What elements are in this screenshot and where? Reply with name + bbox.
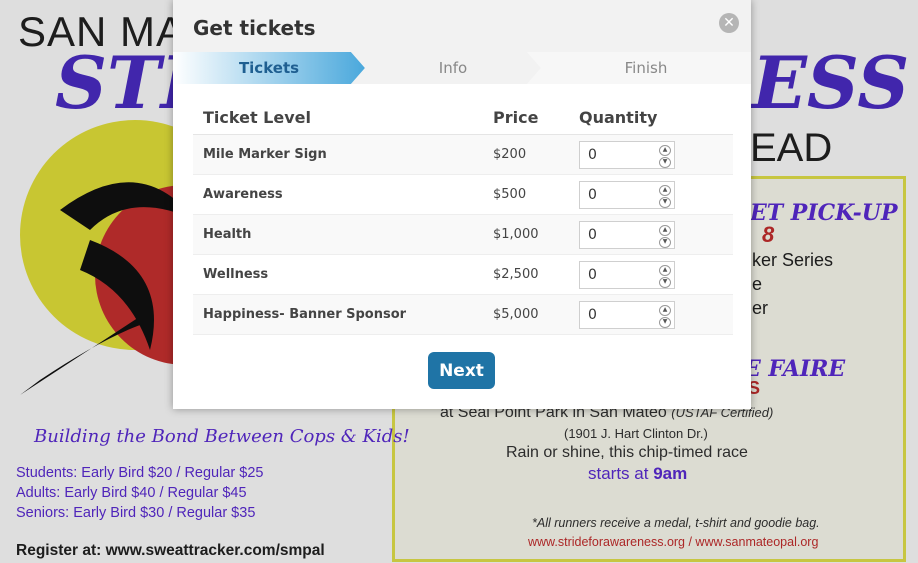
flyer-ahead: EAD xyxy=(750,126,833,170)
modal-header: Get tickets ✕ xyxy=(173,0,751,53)
quantity-stepper: ▲▼ xyxy=(579,220,675,249)
step-info: Info xyxy=(438,59,468,77)
ticket-level: Wellness xyxy=(193,254,483,295)
tickets-table: Ticket Level Price Quantity Mile Marker … xyxy=(193,100,733,335)
get-tickets-modal: Get tickets ✕ Tickets Info Finish Ticket… xyxy=(173,0,751,409)
quantity-input[interactable] xyxy=(580,141,656,168)
column-ticket-level: Ticket Level xyxy=(193,100,483,135)
spin-up-icon[interactable]: ▲ xyxy=(659,144,671,156)
table-header-row: Ticket Level Price Quantity xyxy=(193,100,733,135)
spin-buttons: ▲ ▼ xyxy=(659,144,671,168)
quantity-stepper: ▲▼ xyxy=(579,140,675,169)
flyer-start-prefix: starts at xyxy=(588,464,654,483)
ticket-price: $200 xyxy=(483,134,569,175)
quantity-cell: ▲▼ xyxy=(569,294,733,335)
spin-down-icon[interactable]: ▼ xyxy=(659,236,671,248)
ticket-level: Happiness- Banner Sponsor xyxy=(193,294,483,335)
quantity-cell: ▲▼ xyxy=(569,134,733,175)
spin-down-icon[interactable]: ▼ xyxy=(659,316,671,328)
spin-up-icon[interactable]: ▲ xyxy=(659,184,671,196)
flyer-register: Register at: www.sweattracker.com/smpal xyxy=(16,542,325,559)
close-icon[interactable]: ✕ xyxy=(719,13,739,33)
table-row: Awareness $500 ▲▼ xyxy=(193,174,733,215)
quantity-input[interactable] xyxy=(580,261,656,288)
quantity-input[interactable] xyxy=(580,221,656,248)
flyer-line-er: er xyxy=(752,298,769,318)
flyer-price-seniors: Seniors: Early Bird $30 / Regular $35 xyxy=(16,505,256,521)
column-quantity: Quantity xyxy=(569,100,733,135)
spin-down-icon[interactable]: ▼ xyxy=(659,156,671,168)
ticket-level: Awareness xyxy=(193,174,483,215)
ticket-price: $1,000 xyxy=(483,214,569,255)
quantity-cell: ▲▼ xyxy=(569,174,733,215)
quantity-cell: ▲▼ xyxy=(569,254,733,295)
flyer-series-line: ker Series xyxy=(752,250,834,270)
spin-buttons: ▲ ▼ xyxy=(659,304,671,328)
quantity-input[interactable] xyxy=(580,301,656,328)
flyer-line-e: e xyxy=(752,274,763,294)
spin-up-icon[interactable]: ▲ xyxy=(659,304,671,316)
spin-down-icon[interactable]: ▼ xyxy=(659,276,671,288)
step-progress: Tickets Info Finish xyxy=(173,52,751,84)
column-price: Price xyxy=(483,100,569,135)
table-row: Happiness- Banner Sponsor $5,000 ▲▼ xyxy=(193,294,733,335)
ticket-price: $500 xyxy=(483,174,569,215)
quantity-cell: ▲▼ xyxy=(569,214,733,255)
quantity-stepper: ▲▼ xyxy=(579,260,675,289)
table-row: Health $1,000 ▲▼ xyxy=(193,214,733,255)
flyer-pickup-date: 8 xyxy=(762,222,775,247)
spin-up-icon[interactable]: ▲ xyxy=(659,224,671,236)
flyer-start-value: 9am xyxy=(653,464,688,483)
modal-title: Get tickets xyxy=(193,16,316,40)
spin-buttons: ▲ ▼ xyxy=(659,184,671,208)
quantity-stepper: ▲▼ xyxy=(579,180,675,209)
ticket-price: $2,500 xyxy=(483,254,569,295)
quantity-stepper: ▲▼ xyxy=(579,300,675,329)
spin-buttons: ▲ ▼ xyxy=(659,224,671,248)
spin-buttons: ▲ ▼ xyxy=(659,264,671,288)
ticket-level: Mile Marker Sign xyxy=(193,134,483,175)
flyer-price-adults: Adults: Early Bird $40 / Regular $45 xyxy=(16,485,247,501)
flyer-medal-note: *All runners receive a medal, t-shirt an… xyxy=(532,516,820,530)
flyer-address: (1901 J. Hart Clinton Dr.) xyxy=(564,426,708,441)
ticket-level: Health xyxy=(193,214,483,255)
flyer-price-students: Students: Early Bird $20 / Regular $25 xyxy=(16,465,264,481)
flyer-stride-right: ESS xyxy=(752,40,910,125)
table-row: Mile Marker Sign $200 ▲▼ xyxy=(193,134,733,175)
spin-down-icon[interactable]: ▼ xyxy=(659,196,671,208)
step-tickets: Tickets xyxy=(238,59,300,77)
flyer-start-time: starts at 9am xyxy=(588,464,687,484)
table-row: Wellness $2,500 ▲▼ xyxy=(193,254,733,295)
quantity-input[interactable] xyxy=(580,181,656,208)
spin-up-icon[interactable]: ▲ xyxy=(659,264,671,276)
ticket-price: $5,000 xyxy=(483,294,569,335)
next-button[interactable]: Next xyxy=(428,352,495,389)
flyer-links: www.strideforawareness.org / www.sanmate… xyxy=(528,535,819,549)
step-finish: Finish xyxy=(624,59,668,77)
flyer-rain-line: Rain or shine, this chip-timed race xyxy=(506,444,748,461)
flyer-tagline: Building the Bond Between Cops & Kids! xyxy=(34,426,410,447)
